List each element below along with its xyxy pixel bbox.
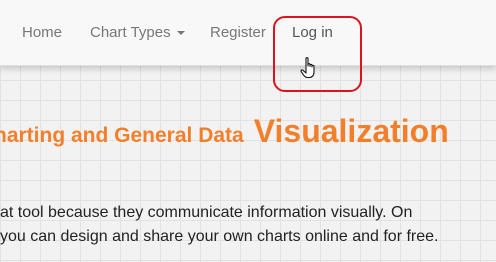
nav-register-link[interactable]: Register [210, 23, 266, 43]
nav-home-link[interactable]: Home [22, 23, 62, 43]
headline-emphasis: Visualization [253, 113, 449, 149]
intro-text-line-2: you can design and share your own charts… [0, 228, 439, 245]
headline-prefix: harting and General Data [0, 124, 244, 147]
nav-chart-types-dropdown[interactable]: Chart Types [90, 23, 185, 43]
hand-pointer-icon [300, 57, 315, 79]
nav-chart-types-label: Chart Types [90, 24, 171, 41]
navbar: Home Chart Types Register Log in [0, 0, 496, 66]
intro-text-line-1: at tool because they communicate informa… [0, 204, 413, 221]
page-headline: harting and General Data Visualization [0, 113, 449, 150]
nav-login-link[interactable]: Log in [292, 23, 333, 43]
caret-down-icon [176, 31, 185, 36]
